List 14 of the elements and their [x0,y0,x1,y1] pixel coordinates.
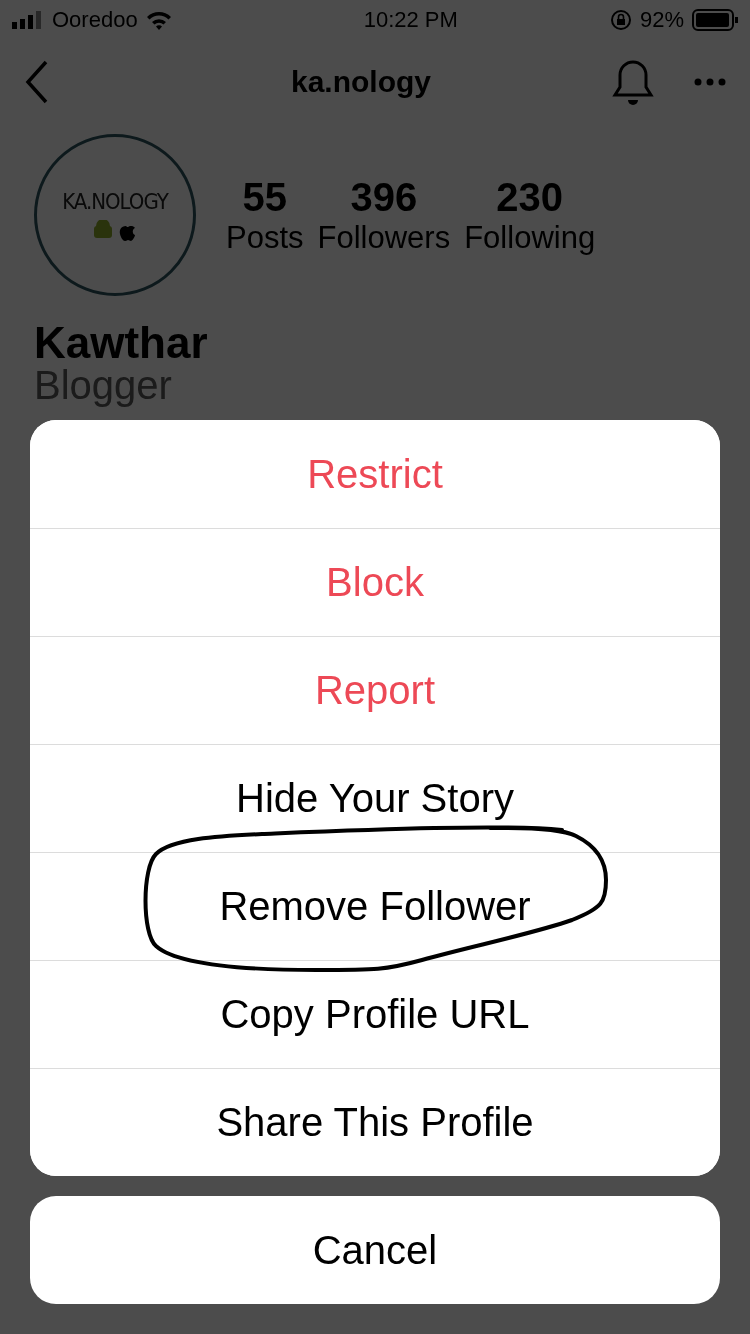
stat-count: 230 [496,174,564,220]
battery-percent: 92% [639,7,684,33]
action-option[interactable]: Share This Profile [30,1068,720,1176]
profile-username: ka.nology [291,65,431,99]
profile-name: Kawthar [33,317,209,368]
stat-label: Posts [226,219,304,256]
stat-count: 55 [242,174,287,220]
carrier-name: Ooredoo [52,7,138,33]
stat-label: Followers [317,219,451,256]
stat-label: Following [464,219,596,256]
stat-count: 396 [350,174,418,220]
cancel-button[interactable]: Cancel [30,1196,720,1304]
clock-time: 10:22 PM [363,7,458,33]
avatar-logo-text: KA.NOLOGY [62,188,168,214]
